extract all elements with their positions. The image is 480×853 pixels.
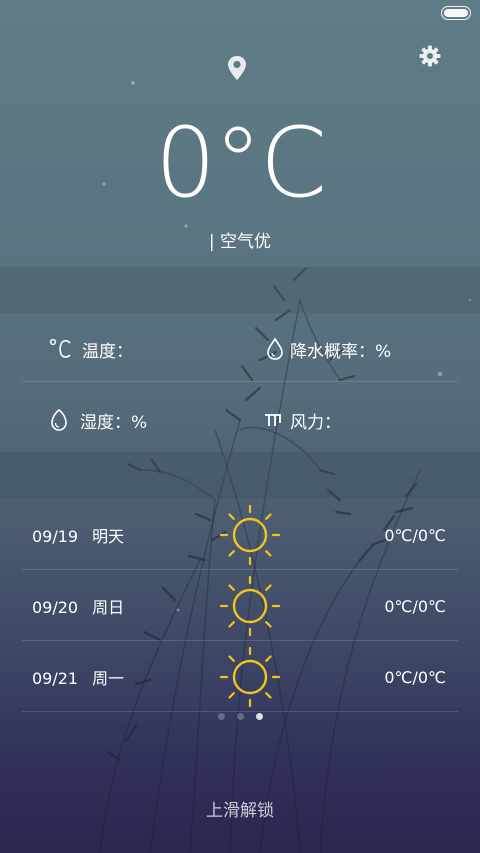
- forecast-row: 09/20 周日 0℃/0℃: [22, 571, 458, 641]
- swipe-to-unlock[interactable]: 上滑解锁: [0, 796, 480, 821]
- forecast-row: 09/19 明天 0℃/0℃: [22, 500, 458, 570]
- forecast-day-text: 周日: [92, 598, 125, 617]
- battery-icon: [441, 6, 471, 20]
- celsius-icon: [48, 336, 74, 362]
- info-band: [0, 452, 480, 498]
- wind-icon: [260, 407, 286, 433]
- current-temperature: 0°C: [154, 107, 327, 219]
- forecast-date: 09/21 周一: [22, 665, 202, 689]
- forecast-temperature: 0℃/0℃: [384, 525, 446, 545]
- humidity-drop-icon: [46, 407, 72, 433]
- page-dot[interactable]: [236, 713, 244, 720]
- page-dot-active[interactable]: [255, 713, 263, 720]
- precipitation-label: 降水概率：%: [290, 341, 392, 362]
- air-quality-label: | 空气优: [208, 232, 272, 252]
- forecast-temperature: 0℃/0℃: [384, 667, 446, 687]
- sun-icon: [202, 574, 298, 638]
- forecast-date: 09/19 明天: [22, 523, 202, 547]
- humidity-detail: 湿度：%: [46, 405, 147, 435]
- page-dot[interactable]: [217, 713, 225, 720]
- wind-label: 风力：: [290, 412, 341, 433]
- humidity-label: 湿度：%: [80, 412, 148, 433]
- sun-icon: [202, 503, 298, 567]
- precipitation-detail: 降水概率：%: [262, 334, 391, 364]
- page-indicator[interactable]: [0, 713, 480, 720]
- forecast-row: 09/21 周一 0℃/0℃: [22, 642, 458, 712]
- sun-icon: [202, 645, 298, 709]
- forecast-date-text: 09/21: [32, 669, 79, 688]
- forecast-date-text: 09/20: [32, 598, 79, 617]
- battery-level-fill: [444, 9, 468, 17]
- location-pin-icon[interactable]: [226, 55, 248, 81]
- forecast-temperature: 0℃/0℃: [384, 596, 446, 616]
- divider: [22, 711, 458, 712]
- forecast-date: 09/20 周日: [22, 594, 202, 618]
- wind-detail: 风力：: [260, 405, 341, 435]
- forecast-date-text: 09/19: [32, 527, 79, 546]
- forecast-day-text: 明天: [92, 527, 125, 546]
- divider: [22, 640, 458, 641]
- temperature-label: 温度：: [82, 341, 133, 362]
- divider: [22, 381, 458, 382]
- raindrop-icon: [262, 336, 288, 362]
- divider: [22, 569, 458, 570]
- gear-icon[interactable]: [418, 44, 442, 68]
- info-band: [0, 267, 480, 313]
- temperature-detail: 温度：: [48, 334, 133, 364]
- forecast-day-text: 周一: [92, 669, 125, 688]
